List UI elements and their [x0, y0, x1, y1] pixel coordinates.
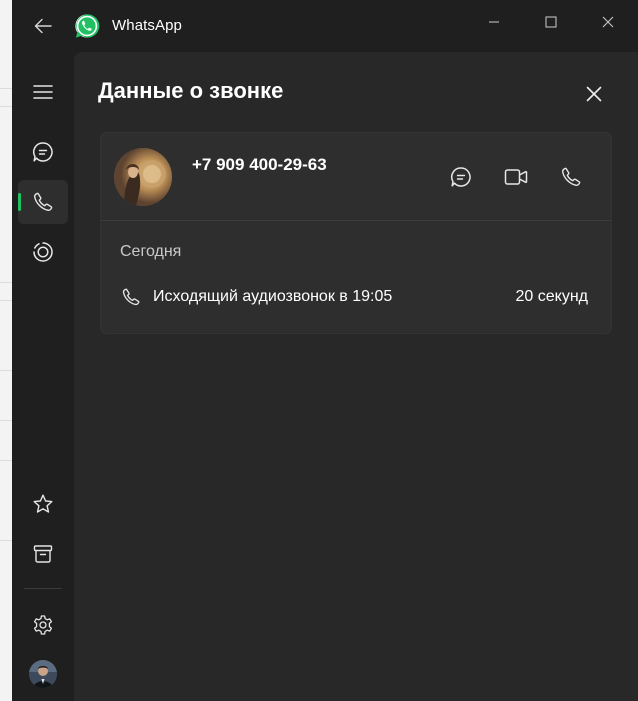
- sidebar-item-status[interactable]: [18, 230, 68, 274]
- status-ring-icon: [33, 242, 53, 262]
- call-description: Исходящий аудиозвонок в 19:05: [153, 288, 393, 305]
- chat-bubble-icon: [450, 167, 471, 187]
- phone-icon: [122, 288, 140, 306]
- chat-bubble-icon: [32, 142, 53, 162]
- back-button[interactable]: [30, 14, 56, 38]
- close-icon: [602, 16, 614, 28]
- call-details-card: +7 909 400-29-63 Сегодня Исходящий аудио…: [100, 132, 612, 334]
- app-window: WhatsApp Данные о звонке +7 909 400-29-6…: [12, 0, 638, 701]
- sidebar-item-calls[interactable]: [18, 180, 68, 224]
- sidebar-divider: [24, 588, 62, 589]
- date-section-label: Сегодня: [120, 243, 182, 260]
- close-icon: [586, 86, 602, 102]
- video-camera-icon: [504, 169, 528, 185]
- arrow-left-icon: [34, 18, 52, 34]
- minimize-button[interactable]: [474, 8, 514, 36]
- sidebar-item-chats[interactable]: [18, 130, 68, 174]
- contact-avatar[interactable]: [114, 148, 172, 206]
- close-panel-button[interactable]: [578, 78, 610, 110]
- star-icon: [33, 494, 53, 513]
- phone-icon: [34, 192, 53, 211]
- window-close-button[interactable]: [588, 8, 628, 36]
- maximize-button[interactable]: [531, 8, 571, 36]
- card-divider: [101, 220, 611, 221]
- call-details-panel: Данные о звонке +7 909 400-29-63 Сегодня…: [74, 52, 638, 701]
- hamburger-menu-icon: [33, 85, 53, 99]
- phone-icon: [562, 167, 581, 186]
- video-call-button[interactable]: [498, 159, 534, 195]
- message-button[interactable]: [443, 159, 479, 195]
- whatsapp-logo-icon: [73, 12, 101, 40]
- sidebar: [12, 52, 74, 701]
- sidebar-item-settings[interactable]: [18, 603, 68, 647]
- minimize-icon: [489, 21, 499, 23]
- contact-phone-number: +7 909 400-29-63: [192, 155, 327, 174]
- gear-icon: [33, 615, 53, 635]
- page-title: Данные о звонке: [98, 78, 284, 103]
- call-log-item: Исходящий аудиозвонок в 19:05 20 секунд: [120, 285, 592, 309]
- sidebar-item-starred[interactable]: [18, 482, 68, 526]
- title-bar: WhatsApp: [12, 0, 638, 52]
- audio-call-button[interactable]: [553, 159, 589, 195]
- sidebar-item-menu[interactable]: [18, 70, 68, 114]
- sidebar-item-archived[interactable]: [18, 532, 68, 576]
- maximize-icon: [545, 16, 557, 28]
- app-title: WhatsApp: [112, 17, 182, 34]
- archive-icon: [33, 545, 53, 563]
- profile-avatar[interactable]: [29, 660, 57, 688]
- active-indicator: [18, 193, 21, 211]
- call-duration: 20 секунд: [515, 288, 589, 305]
